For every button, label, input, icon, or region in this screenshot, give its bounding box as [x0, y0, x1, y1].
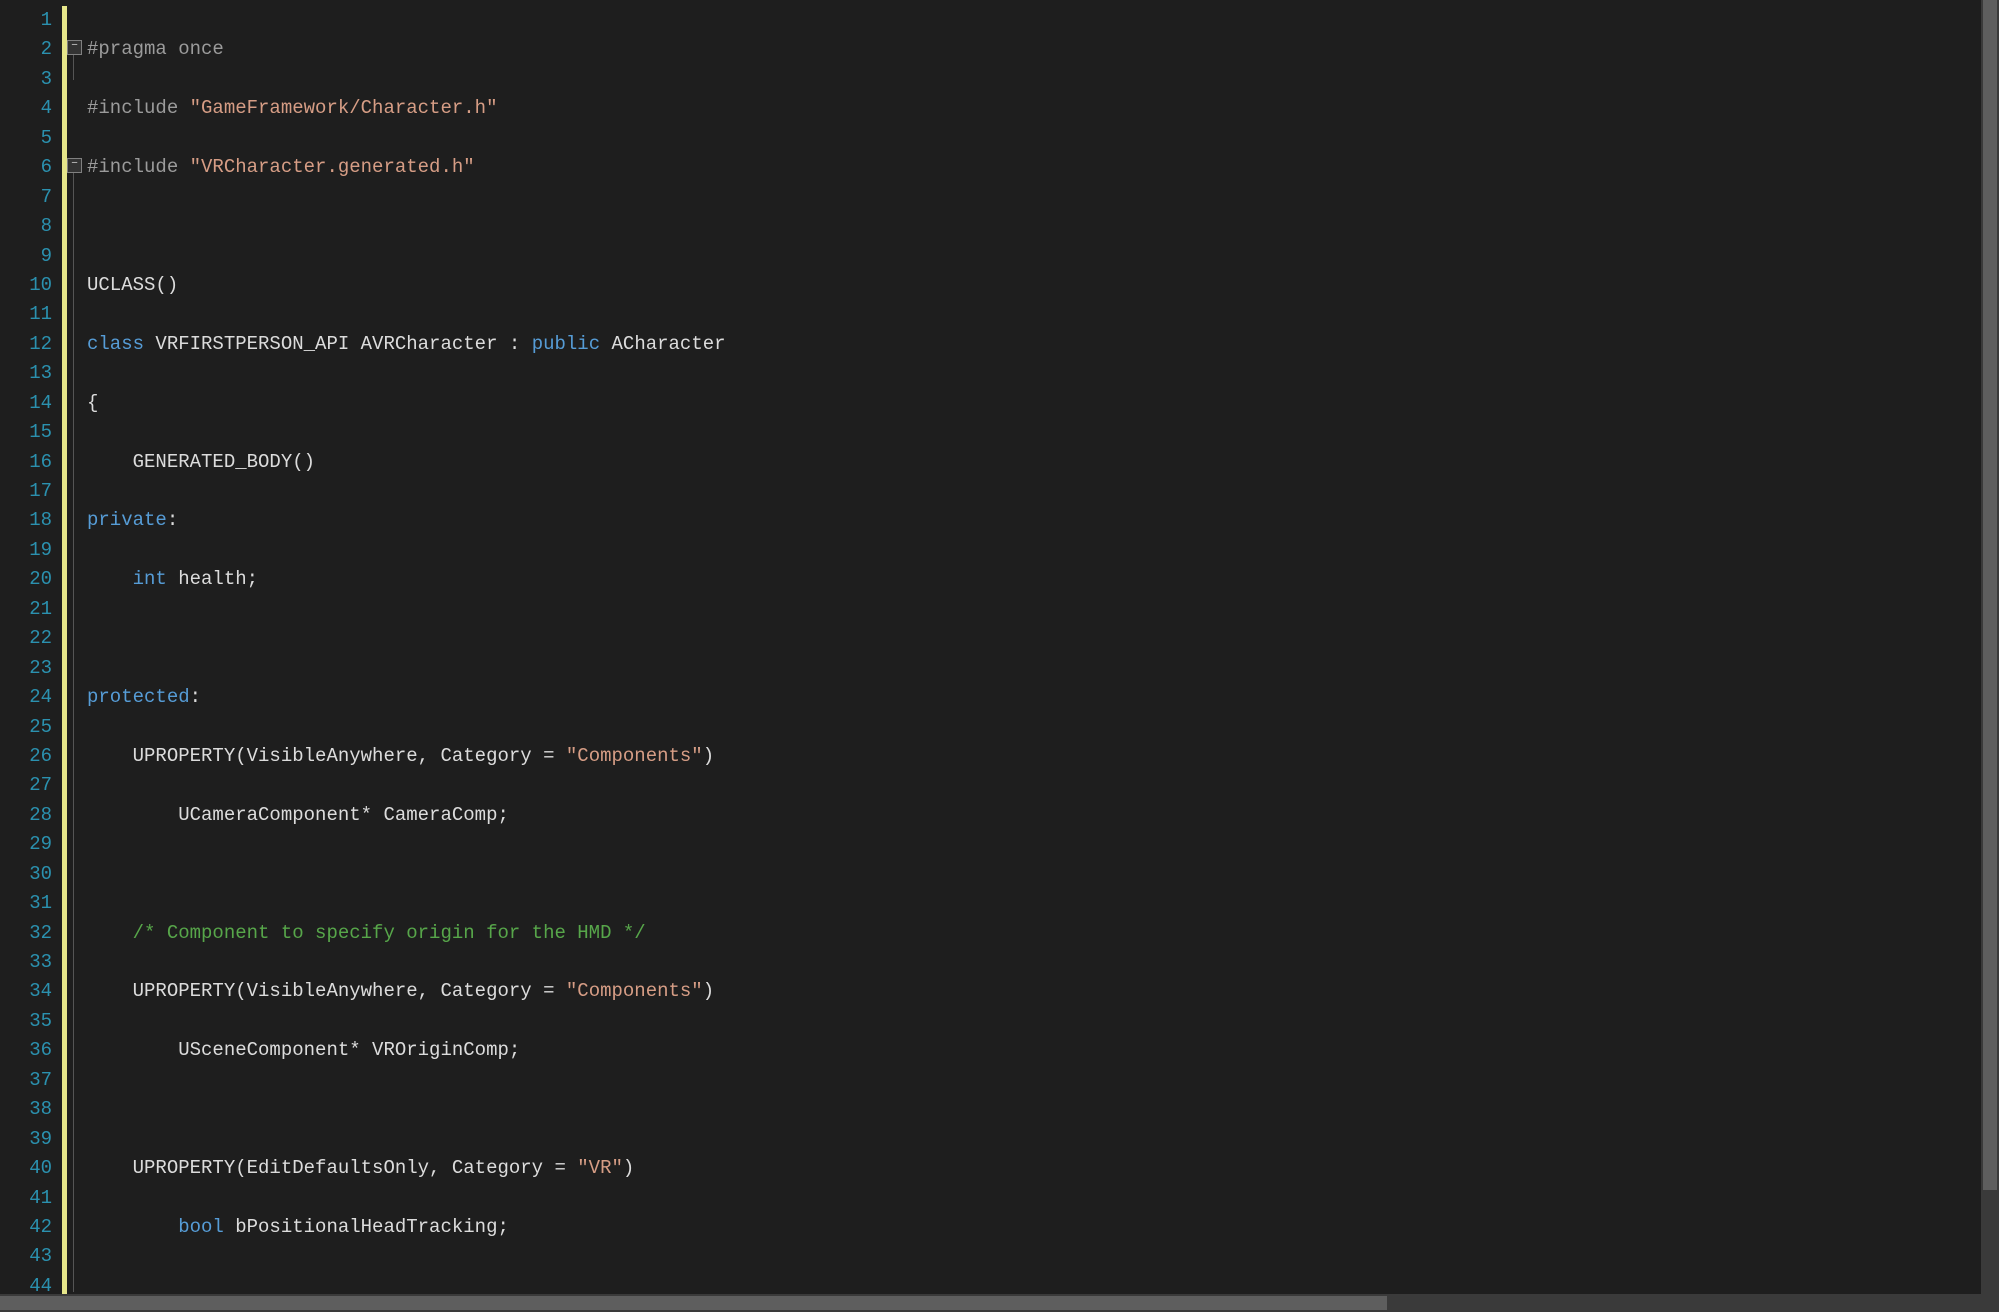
- code-line[interactable]: private:: [87, 506, 1125, 535]
- line-number: 9: [6, 242, 52, 271]
- line-number: 11: [6, 300, 52, 329]
- line-number-gutter: 1234567891011121314151617181920212223242…: [0, 0, 62, 1312]
- fold-outline-column: − −: [67, 0, 83, 1312]
- vertical-scrollbar[interactable]: [1981, 0, 1999, 1294]
- line-number: 7: [6, 183, 52, 212]
- code-line[interactable]: UCLASS(): [87, 271, 1125, 300]
- horizontal-scrollbar-thumb[interactable]: [0, 1296, 1387, 1310]
- line-number: 24: [6, 683, 52, 712]
- line-number: 39: [6, 1125, 52, 1154]
- fold-toggle-icon[interactable]: −: [67, 158, 82, 173]
- code-line[interactable]: protected:: [87, 683, 1125, 712]
- line-number: 40: [6, 1154, 52, 1183]
- line-number: 6: [6, 153, 52, 182]
- code-line[interactable]: bool bPositionalHeadTracking;: [87, 1213, 1125, 1242]
- line-number: 2: [6, 35, 52, 64]
- line-number: 1: [6, 6, 52, 35]
- code-line[interactable]: #include "GameFramework/Character.h": [87, 94, 1125, 123]
- line-number: 26: [6, 742, 52, 771]
- line-number: 18: [6, 506, 52, 535]
- code-line[interactable]: int health;: [87, 565, 1125, 594]
- line-number: 3: [6, 65, 52, 94]
- vertical-scrollbar-thumb[interactable]: [1983, 0, 1997, 1190]
- line-number: 17: [6, 477, 52, 506]
- line-number: 41: [6, 1184, 52, 1213]
- code-line[interactable]: UPROPERTY(VisibleAnywhere, Category = "C…: [87, 977, 1125, 1006]
- line-number: 27: [6, 771, 52, 800]
- line-number: 35: [6, 1007, 52, 1036]
- scrollbar-corner: [1981, 1294, 1999, 1312]
- line-number: 5: [6, 124, 52, 153]
- code-editor[interactable]: 1234567891011121314151617181920212223242…: [0, 0, 1999, 1312]
- line-number: 22: [6, 624, 52, 653]
- line-number: 19: [6, 536, 52, 565]
- fold-toggle-icon[interactable]: −: [67, 40, 82, 55]
- code-line[interactable]: UPROPERTY(EditDefaultsOnly, Category = "…: [87, 1154, 1125, 1183]
- line-number: 43: [6, 1242, 52, 1271]
- line-number: 20: [6, 565, 52, 594]
- line-number: 30: [6, 860, 52, 889]
- line-number: 42: [6, 1213, 52, 1242]
- code-line[interactable]: GENERATED_BODY(): [87, 448, 1125, 477]
- line-number: 14: [6, 389, 52, 418]
- code-line[interactable]: {: [87, 389, 1125, 418]
- line-number: 13: [6, 359, 52, 388]
- line-number: 37: [6, 1066, 52, 1095]
- code-line[interactable]: #include "VRCharacter.generated.h": [87, 153, 1125, 182]
- line-number: 25: [6, 713, 52, 742]
- code-line[interactable]: [87, 860, 1125, 889]
- line-number: 8: [6, 212, 52, 241]
- line-number: 16: [6, 448, 52, 477]
- horizontal-scrollbar[interactable]: [0, 1294, 1981, 1312]
- code-line[interactable]: #pragma once: [87, 35, 1125, 64]
- line-number: 15: [6, 418, 52, 447]
- line-number: 29: [6, 830, 52, 859]
- line-number: 32: [6, 919, 52, 948]
- code-line[interactable]: /* Component to specify origin for the H…: [87, 919, 1125, 948]
- line-number: 28: [6, 801, 52, 830]
- line-number: 4: [6, 94, 52, 123]
- line-number: 10: [6, 271, 52, 300]
- code-line[interactable]: class VRFIRSTPERSON_API AVRCharacter : p…: [87, 330, 1125, 359]
- line-number: 38: [6, 1095, 52, 1124]
- code-line[interactable]: [87, 1095, 1125, 1124]
- line-number: 31: [6, 889, 52, 918]
- code-line[interactable]: UPROPERTY(VisibleAnywhere, Category = "C…: [87, 742, 1125, 771]
- line-number: 34: [6, 977, 52, 1006]
- code-content[interactable]: #pragma once #include "GameFramework/Cha…: [83, 0, 1125, 1312]
- line-number: 36: [6, 1036, 52, 1065]
- line-number: 12: [6, 330, 52, 359]
- line-number: 33: [6, 948, 52, 977]
- code-line[interactable]: [87, 212, 1125, 241]
- line-number: 21: [6, 595, 52, 624]
- fold-guide-line: [73, 162, 74, 1292]
- code-line[interactable]: USceneComponent* VROriginComp;: [87, 1036, 1125, 1065]
- code-line[interactable]: UCameraComponent* CameraComp;: [87, 801, 1125, 830]
- code-line[interactable]: [87, 624, 1125, 653]
- line-number: 23: [6, 654, 52, 683]
